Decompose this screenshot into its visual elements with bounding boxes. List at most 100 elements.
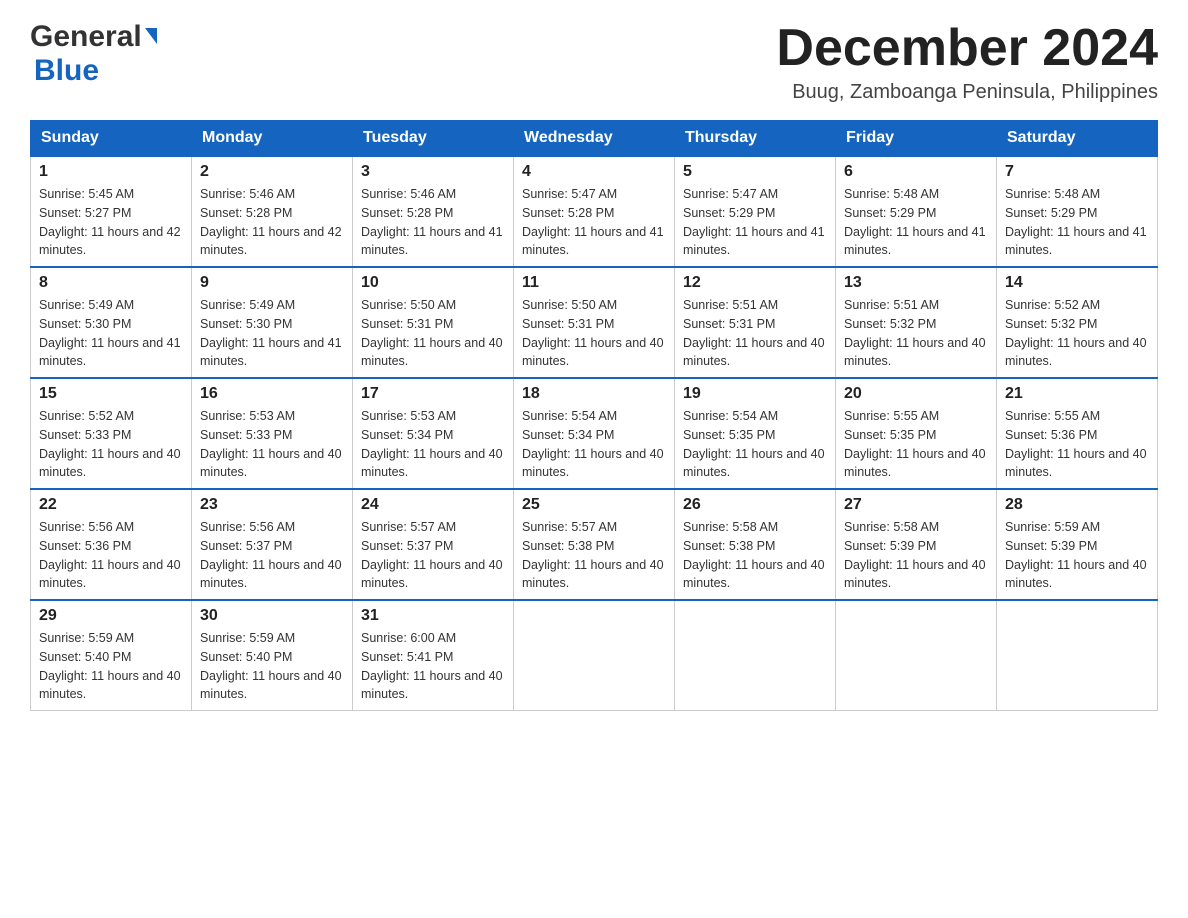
day-number: 15	[39, 385, 183, 403]
calendar-day-cell: 9 Sunrise: 5:49 AMSunset: 5:30 PMDayligh…	[192, 267, 353, 378]
calendar-day-cell: 15 Sunrise: 5:52 AMSunset: 5:33 PMDaylig…	[31, 378, 192, 489]
day-info: Sunrise: 5:59 AMSunset: 5:40 PMDaylight:…	[200, 629, 344, 704]
calendar-day-cell	[514, 600, 675, 711]
day-number: 4	[522, 163, 666, 181]
day-info: Sunrise: 5:46 AMSunset: 5:28 PMDaylight:…	[200, 185, 344, 260]
header-friday: Friday	[836, 121, 997, 157]
day-info: Sunrise: 5:50 AMSunset: 5:31 PMDaylight:…	[361, 296, 505, 371]
week-row-5: 29 Sunrise: 5:59 AMSunset: 5:40 PMDaylig…	[31, 600, 1158, 711]
calendar-day-cell: 22 Sunrise: 5:56 AMSunset: 5:36 PMDaylig…	[31, 489, 192, 600]
day-info: Sunrise: 5:49 AMSunset: 5:30 PMDaylight:…	[39, 296, 183, 371]
day-number: 23	[200, 496, 344, 514]
page-header: General Blue December 2024 Buug, Zamboan…	[30, 20, 1158, 104]
day-number: 17	[361, 385, 505, 403]
day-number: 26	[683, 496, 827, 514]
calendar-day-cell: 26 Sunrise: 5:58 AMSunset: 5:38 PMDaylig…	[675, 489, 836, 600]
day-info: Sunrise: 5:48 AMSunset: 5:29 PMDaylight:…	[1005, 185, 1149, 260]
day-info: Sunrise: 5:58 AMSunset: 5:39 PMDaylight:…	[844, 518, 988, 593]
day-number: 12	[683, 274, 827, 292]
header-thursday: Thursday	[675, 121, 836, 157]
calendar-table: Sunday Monday Tuesday Wednesday Thursday…	[30, 120, 1158, 711]
logo-triangle-icon	[145, 28, 157, 44]
day-info: Sunrise: 5:56 AMSunset: 5:37 PMDaylight:…	[200, 518, 344, 593]
calendar-day-cell: 25 Sunrise: 5:57 AMSunset: 5:38 PMDaylig…	[514, 489, 675, 600]
day-info: Sunrise: 5:52 AMSunset: 5:33 PMDaylight:…	[39, 407, 183, 482]
logo: General Blue	[30, 20, 157, 88]
day-number: 6	[844, 163, 988, 181]
week-row-3: 15 Sunrise: 5:52 AMSunset: 5:33 PMDaylig…	[31, 378, 1158, 489]
location-subtitle: Buug, Zamboanga Peninsula, Philippines	[776, 81, 1158, 104]
day-number: 10	[361, 274, 505, 292]
calendar-day-cell: 24 Sunrise: 5:57 AMSunset: 5:37 PMDaylig…	[353, 489, 514, 600]
calendar-day-cell	[836, 600, 997, 711]
day-info: Sunrise: 5:46 AMSunset: 5:28 PMDaylight:…	[361, 185, 505, 260]
calendar-day-cell: 6 Sunrise: 5:48 AMSunset: 5:29 PMDayligh…	[836, 156, 997, 267]
calendar-day-cell: 12 Sunrise: 5:51 AMSunset: 5:31 PMDaylig…	[675, 267, 836, 378]
day-number: 21	[1005, 385, 1149, 403]
day-number: 3	[361, 163, 505, 181]
day-number: 29	[39, 607, 183, 625]
day-number: 30	[200, 607, 344, 625]
calendar-day-cell: 18 Sunrise: 5:54 AMSunset: 5:34 PMDaylig…	[514, 378, 675, 489]
day-number: 13	[844, 274, 988, 292]
day-info: Sunrise: 5:51 AMSunset: 5:31 PMDaylight:…	[683, 296, 827, 371]
header-wednesday: Wednesday	[514, 121, 675, 157]
day-info: Sunrise: 5:52 AMSunset: 5:32 PMDaylight:…	[1005, 296, 1149, 371]
calendar-day-cell: 1 Sunrise: 5:45 AMSunset: 5:27 PMDayligh…	[31, 156, 192, 267]
day-info: Sunrise: 5:55 AMSunset: 5:35 PMDaylight:…	[844, 407, 988, 482]
calendar-day-cell: 28 Sunrise: 5:59 AMSunset: 5:39 PMDaylig…	[997, 489, 1158, 600]
day-info: Sunrise: 5:47 AMSunset: 5:28 PMDaylight:…	[522, 185, 666, 260]
day-info: Sunrise: 5:48 AMSunset: 5:29 PMDaylight:…	[844, 185, 988, 260]
day-info: Sunrise: 5:45 AMSunset: 5:27 PMDaylight:…	[39, 185, 183, 260]
calendar-day-cell: 17 Sunrise: 5:53 AMSunset: 5:34 PMDaylig…	[353, 378, 514, 489]
calendar-day-cell: 3 Sunrise: 5:46 AMSunset: 5:28 PMDayligh…	[353, 156, 514, 267]
day-info: Sunrise: 5:58 AMSunset: 5:38 PMDaylight:…	[683, 518, 827, 593]
logo-general-text: General	[30, 20, 142, 54]
calendar-day-cell: 13 Sunrise: 5:51 AMSunset: 5:32 PMDaylig…	[836, 267, 997, 378]
day-number: 16	[200, 385, 344, 403]
day-info: Sunrise: 5:47 AMSunset: 5:29 PMDaylight:…	[683, 185, 827, 260]
day-info: Sunrise: 5:56 AMSunset: 5:36 PMDaylight:…	[39, 518, 183, 593]
calendar-day-cell	[675, 600, 836, 711]
day-number: 27	[844, 496, 988, 514]
day-info: Sunrise: 5:54 AMSunset: 5:35 PMDaylight:…	[683, 407, 827, 482]
day-number: 28	[1005, 496, 1149, 514]
calendar-day-cell: 19 Sunrise: 5:54 AMSunset: 5:35 PMDaylig…	[675, 378, 836, 489]
day-info: Sunrise: 5:50 AMSunset: 5:31 PMDaylight:…	[522, 296, 666, 371]
day-info: Sunrise: 5:51 AMSunset: 5:32 PMDaylight:…	[844, 296, 988, 371]
day-number: 22	[39, 496, 183, 514]
day-number: 5	[683, 163, 827, 181]
day-info: Sunrise: 5:57 AMSunset: 5:38 PMDaylight:…	[522, 518, 666, 593]
calendar-day-cell: 11 Sunrise: 5:50 AMSunset: 5:31 PMDaylig…	[514, 267, 675, 378]
day-number: 25	[522, 496, 666, 514]
calendar-day-cell: 31 Sunrise: 6:00 AMSunset: 5:41 PMDaylig…	[353, 600, 514, 711]
day-number: 11	[522, 274, 666, 292]
calendar-day-cell: 27 Sunrise: 5:58 AMSunset: 5:39 PMDaylig…	[836, 489, 997, 600]
day-number: 18	[522, 385, 666, 403]
header-tuesday: Tuesday	[353, 121, 514, 157]
day-info: Sunrise: 5:53 AMSunset: 5:33 PMDaylight:…	[200, 407, 344, 482]
header-saturday: Saturday	[997, 121, 1158, 157]
day-number: 9	[200, 274, 344, 292]
calendar-header-row: Sunday Monday Tuesday Wednesday Thursday…	[31, 121, 1158, 157]
day-info: Sunrise: 5:53 AMSunset: 5:34 PMDaylight:…	[361, 407, 505, 482]
week-row-2: 8 Sunrise: 5:49 AMSunset: 5:30 PMDayligh…	[31, 267, 1158, 378]
header-sunday: Sunday	[31, 121, 192, 157]
calendar-day-cell: 5 Sunrise: 5:47 AMSunset: 5:29 PMDayligh…	[675, 156, 836, 267]
calendar-day-cell: 20 Sunrise: 5:55 AMSunset: 5:35 PMDaylig…	[836, 378, 997, 489]
header-monday: Monday	[192, 121, 353, 157]
month-title: December 2024	[776, 20, 1158, 77]
day-info: Sunrise: 5:57 AMSunset: 5:37 PMDaylight:…	[361, 518, 505, 593]
day-number: 20	[844, 385, 988, 403]
day-info: Sunrise: 5:59 AMSunset: 5:39 PMDaylight:…	[1005, 518, 1149, 593]
day-number: 8	[39, 274, 183, 292]
day-info: Sunrise: 5:49 AMSunset: 5:30 PMDaylight:…	[200, 296, 344, 371]
calendar-title-area: December 2024 Buug, Zamboanga Peninsula,…	[776, 20, 1158, 104]
day-info: Sunrise: 5:54 AMSunset: 5:34 PMDaylight:…	[522, 407, 666, 482]
day-number: 31	[361, 607, 505, 625]
day-number: 24	[361, 496, 505, 514]
calendar-day-cell: 29 Sunrise: 5:59 AMSunset: 5:40 PMDaylig…	[31, 600, 192, 711]
week-row-1: 1 Sunrise: 5:45 AMSunset: 5:27 PMDayligh…	[31, 156, 1158, 267]
calendar-day-cell: 30 Sunrise: 5:59 AMSunset: 5:40 PMDaylig…	[192, 600, 353, 711]
calendar-day-cell: 4 Sunrise: 5:47 AMSunset: 5:28 PMDayligh…	[514, 156, 675, 267]
